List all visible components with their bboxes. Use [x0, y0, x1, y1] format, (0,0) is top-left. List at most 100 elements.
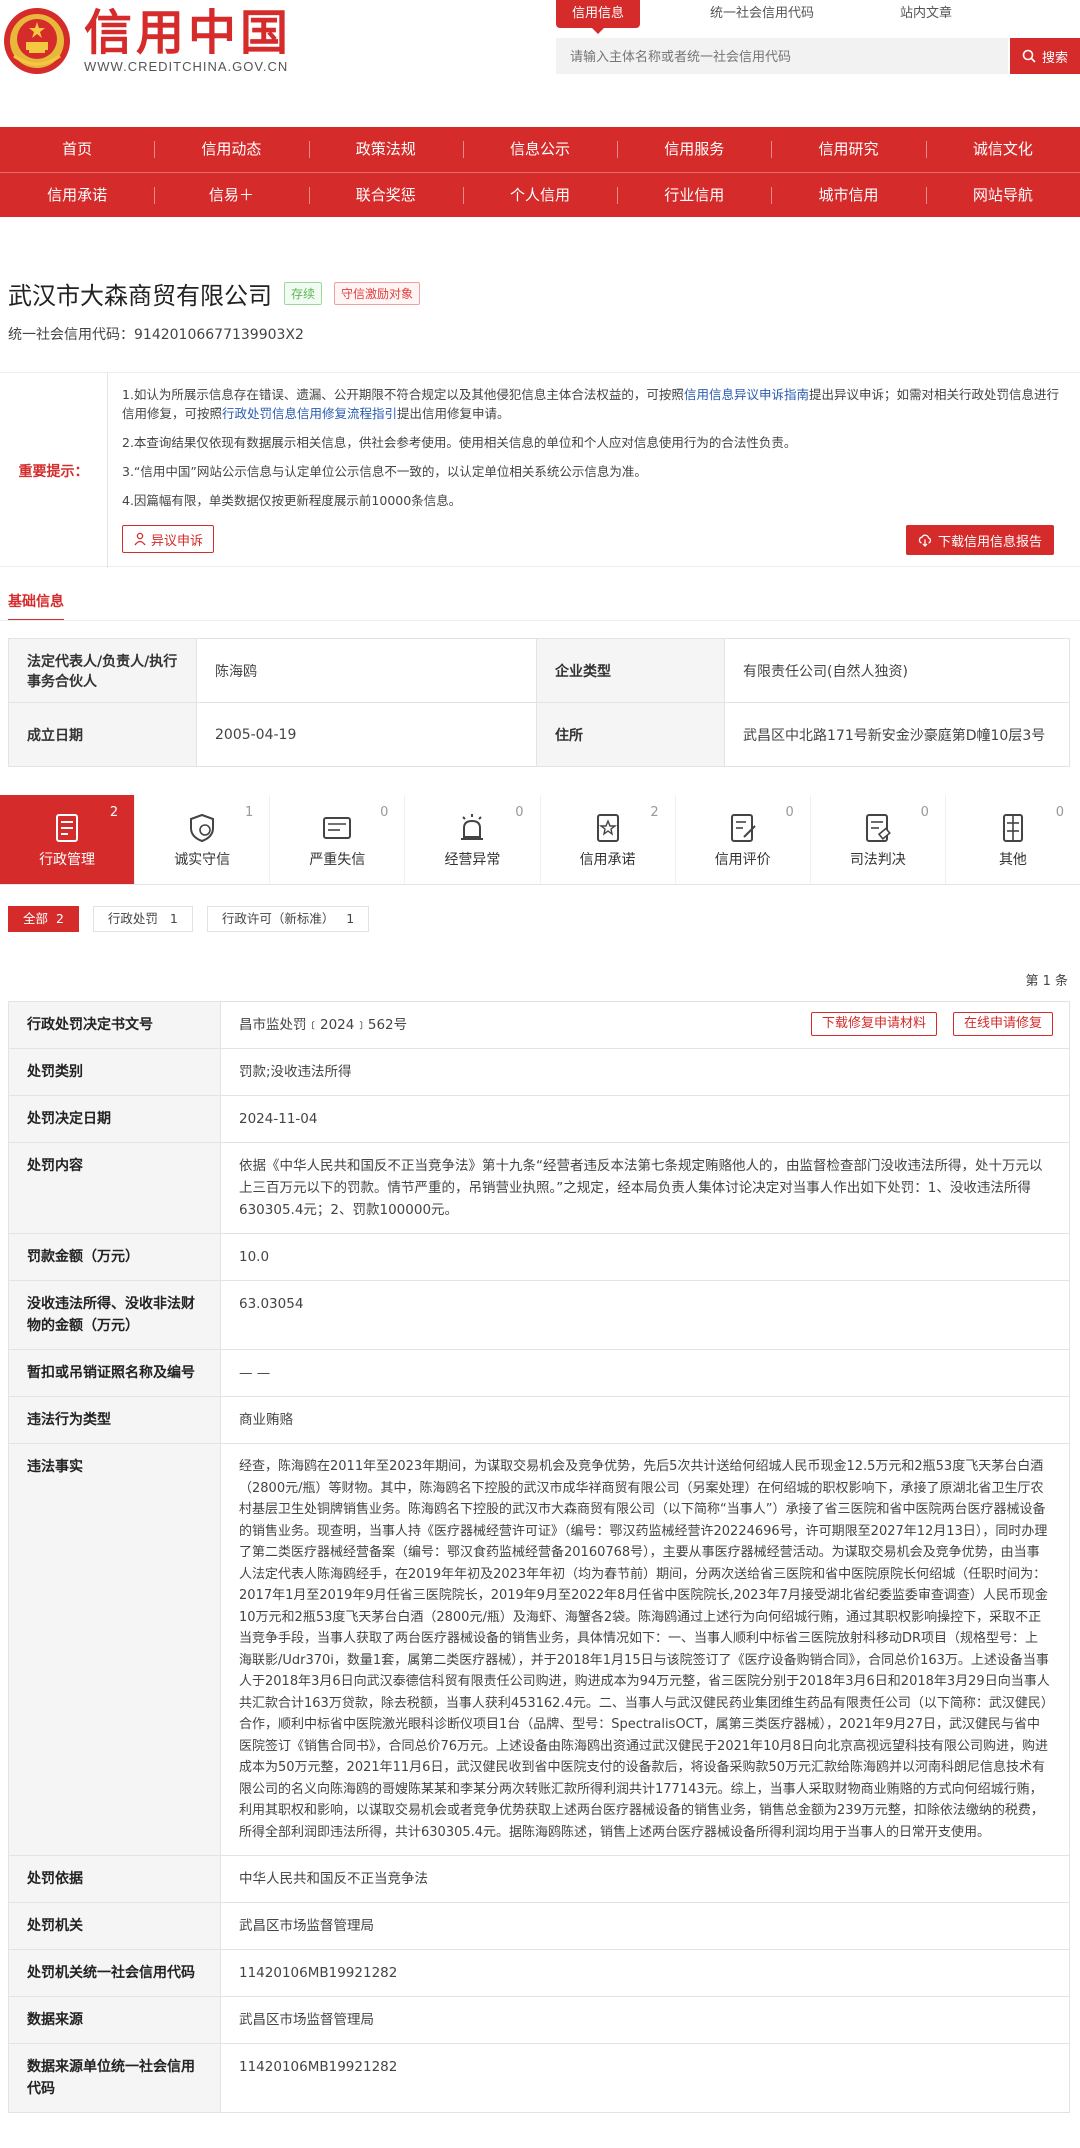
nav-credit-research[interactable]: 信用研究: [771, 127, 925, 172]
table-row: 行政处罚决定书文号 昌市监处罚﹝2024﹞562号 下载修复申请材料 在线申请修…: [8, 1001, 1070, 1049]
search-input[interactable]: [556, 38, 1008, 74]
alarm-icon: [461, 814, 484, 840]
field-label: 没收违法所得、没收非法财物的金额（万元）: [8, 1280, 221, 1350]
search-type-tabs: 信用信息 统一社会信用代码 站内文章: [556, 0, 1030, 34]
evaluation-icon: [730, 814, 756, 842]
company-name: 武汉市大森商贸有限公司: [8, 282, 272, 310]
field-label: 处罚机关统一社会信用代码: [8, 1949, 221, 1997]
table-row: 暂扣或吊销证照名称及编号 — —: [8, 1349, 1070, 1397]
appeal-button[interactable]: 异议申诉: [122, 525, 215, 553]
notice-body: 1.如认为所展示信息存在错误、遗漏、公开期限不符合规定以及其他侵犯信息主体合法权…: [122, 385, 1062, 520]
field-label: 数据来源: [8, 1996, 221, 2044]
category-label: 严重失信: [309, 852, 366, 868]
category-count: 2: [650, 805, 659, 820]
category-serious-dishonest[interactable]: 0 严重失信: [270, 795, 406, 884]
table-row: 处罚机关统一社会信用代码 11420106MB19921282: [8, 1949, 1070, 1997]
credit-code-value: 91420106677139903X2: [134, 327, 304, 343]
legal-rep-value: 陈海鸥: [196, 638, 537, 703]
penalty-detail-table: 行政处罚决定书文号 昌市监处罚﹝2024﹞562号 下载修复申请材料 在线申请修…: [8, 1001, 1070, 2113]
field-label: 罚款金额（万元）: [8, 1233, 221, 1281]
filter-count: 1: [346, 911, 355, 926]
basic-info-table: 法定代表人/负责人/执行事务合伙人 陈海鸥 企业类型 有限责任公司(自然人独资)…: [8, 638, 1070, 767]
notice-label: 重要提示：: [0, 373, 108, 568]
category-credit-evaluation[interactable]: 0 信用评价: [676, 795, 811, 884]
field-label: 处罚依据: [8, 1855, 221, 1903]
nav-city-credit[interactable]: 城市信用: [771, 173, 925, 217]
notice-item-1: 1.如认为所展示信息存在错误、遗漏、公开期限不符合规定以及其他侵犯信息主体合法权…: [122, 385, 1062, 423]
address-label: 住所: [536, 702, 725, 767]
nav-industry-credit[interactable]: 行业信用: [617, 173, 771, 217]
fine-amount: 10.0: [220, 1233, 1070, 1281]
table-row: 成立日期 2005-04-19 住所 武昌区中北路171号新安金沙豪庭第D幢10…: [8, 702, 1070, 767]
filter-count: 2: [55, 911, 64, 926]
nav-credit-service[interactable]: 信用服务: [617, 127, 771, 172]
category-other[interactable]: 0 其他: [946, 795, 1080, 884]
category-admin-management[interactable]: 2 行政管理: [0, 795, 136, 884]
penalty-content: 依据《中华人民共和国反不正当竞争法》第十九条“经营者违反本法第七条规定贿赂他人的…: [220, 1142, 1070, 1234]
download-report-label: 下载信用信息报告: [938, 534, 1043, 550]
nav-joint-rewards[interactable]: 联合奖惩: [308, 173, 463, 217]
site-header: 信用中国 WWW.CREDITCHINA.GOV.CN 信用信息 统一社会信用代…: [0, 0, 1080, 125]
tab-credit-info[interactable]: 信用信息: [556, 0, 640, 34]
logo-url: WWW.CREDITCHINA.GOV.CN: [84, 58, 289, 74]
category-label: 司法判决: [849, 852, 906, 868]
category-judicial[interactable]: 0 司法判决: [811, 795, 946, 884]
filter-all[interactable]: 全部 2: [8, 906, 79, 932]
nav-info-publicity[interactable]: 信息公示: [462, 127, 617, 172]
search-button-label: 搜索: [1041, 50, 1068, 66]
nav-personal-credit[interactable]: 个人信用: [462, 173, 617, 217]
tab-credit-code[interactable]: 统一社会信用代码: [702, 0, 822, 28]
founded-date-label: 成立日期: [8, 702, 197, 767]
repair-actions: 下载修复申请材料 在线申请修复: [810, 1012, 1053, 1036]
category-honesty[interactable]: 1 诚实守信: [135, 795, 271, 884]
table-row: 违法行为类型 商业贿赂: [8, 1396, 1070, 1444]
category-count: 0: [785, 805, 794, 820]
dishonest-list-icon: [323, 817, 352, 839]
notice-text: 提出信用修复申请。: [397, 406, 510, 421]
record-filter: 全部 2 行政处罚 1 行政许可（新标准） 1: [8, 906, 370, 932]
table-row: 违法事实 经查，陈海鸥在2011年至2023年期间，为谋取交易机会及竞争优势，先后…: [8, 1443, 1070, 1856]
repair-guide-link[interactable]: 行政处罚信息信用修复流程指引: [222, 406, 397, 421]
nav-site-guide[interactable]: 网站导航: [925, 173, 1080, 217]
field-value-cell: 昌市监处罚﹝2024﹞562号 下载修复申请材料 在线申请修复: [220, 1001, 1070, 1049]
honesty-shield-icon: [190, 813, 215, 843]
category-operation-abnormal[interactable]: 0 经营异常: [405, 795, 541, 884]
nav-home[interactable]: 首页: [0, 127, 154, 172]
founded-date-value: 2005-04-19: [196, 702, 537, 767]
field-label: 处罚决定日期: [8, 1095, 221, 1143]
site-logo[interactable]: 信用中国 WWW.CREDITCHINA.GOV.CN: [0, 0, 292, 80]
filter-label: 全部: [23, 911, 49, 926]
category-label: 经营异常: [444, 852, 501, 868]
online-repair-button[interactable]: 在线申请修复: [952, 1012, 1053, 1036]
nav-credit-news[interactable]: 信用动态: [154, 127, 308, 172]
field-label: 行政处罚决定书文号: [8, 1001, 221, 1049]
nav-xinyi-plus[interactable]: 信易＋: [154, 173, 308, 217]
download-report-button[interactable]: 下载信用信息报告: [906, 525, 1055, 555]
download-repair-materials-button[interactable]: 下载修复申请材料: [810, 1012, 937, 1036]
notice-item-4: 4.因篇幅有限，单类数据仅按更新程度展示前10000条信息。: [122, 493, 462, 508]
field-label: 暂扣或吊销证照名称及编号: [8, 1349, 221, 1397]
tab-site-articles[interactable]: 站内文章: [884, 0, 968, 28]
category-count: 2: [109, 805, 119, 820]
authority-credit-code: 11420106MB19921282: [220, 1949, 1070, 1997]
nav-credit-promise[interactable]: 信用承诺: [0, 173, 154, 217]
nav-policies[interactable]: 政策法规: [308, 127, 463, 172]
table-row: 没收违法所得、没收非法财物的金额（万元） 63.03054: [8, 1280, 1070, 1350]
table-row: 法定代表人/负责人/执行事务合伙人 陈海鸥 企业类型 有限责任公司(自然人独资): [8, 638, 1070, 703]
filter-admin-license[interactable]: 行政许可（新标准） 1: [206, 906, 370, 932]
notice-item-3: 3.“信用中国”网站公示信息与认定单位公示信息不一致的，以认定单位相关系统公示信…: [122, 464, 647, 479]
judgment-icon: [865, 814, 891, 842]
license-revocation: — —: [220, 1349, 1070, 1397]
appeal-guide-link[interactable]: 信用信息异议申诉指南: [684, 387, 809, 402]
filter-admin-penalty[interactable]: 行政处罚 1: [92, 906, 193, 932]
promise-icon: [596, 814, 619, 842]
field-label: 违法行为类型: [8, 1396, 221, 1444]
data-source: 武昌区市场监督管理局: [220, 1996, 1070, 2044]
category-credit-promise[interactable]: 2 信用承诺: [541, 795, 676, 884]
penalty-authority: 武昌区市场监督管理局: [220, 1902, 1070, 1950]
appeal-button-label: 异议申诉: [151, 533, 204, 549]
nav-integrity-culture[interactable]: 诚信文化: [925, 127, 1080, 172]
search-button[interactable]: 搜索: [1010, 38, 1080, 74]
table-row: 处罚内容 依据《中华人民共和国反不正当竞争法》第十九条“经营者违反本法第七条规定贿…: [8, 1142, 1070, 1234]
credit-category-tabs: 2 行政管理 1 诚实守信 0 严重失信 0 经营异常 2 信用承诺 0 信用评…: [0, 795, 1080, 885]
